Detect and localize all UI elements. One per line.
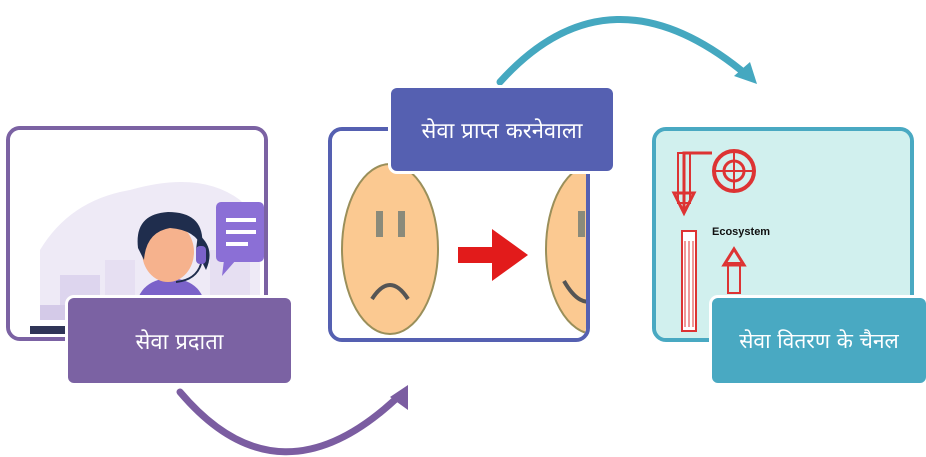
- step-label-receiver: सेवा प्राप्त करनेवाला: [391, 88, 613, 171]
- top-curved-arrow: [496, 16, 752, 86]
- ecosystem-text: Ecosystem: [712, 226, 770, 238]
- step-label-provider: सेवा प्रदाता: [68, 298, 291, 383]
- step-label-channels: सेवा वितरण के चैनल: [712, 298, 926, 383]
- sad-face-icon: [341, 163, 439, 335]
- bottom-curved-arrow: [176, 388, 404, 456]
